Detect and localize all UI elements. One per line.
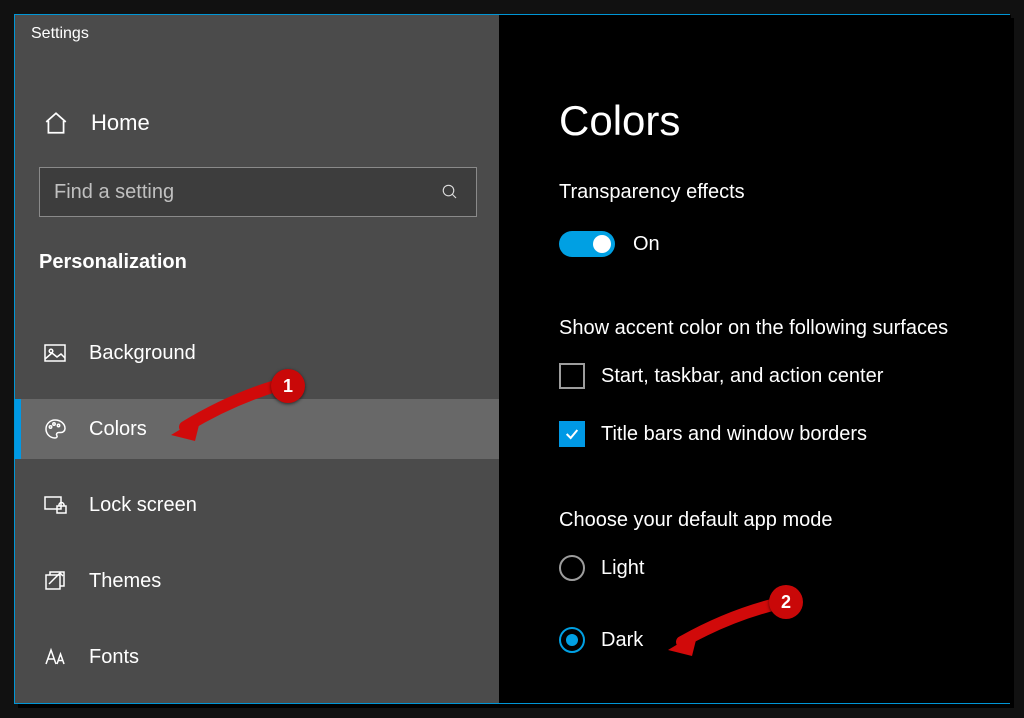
transparency-state: On: [633, 233, 660, 256]
palette-icon: [43, 417, 67, 441]
transparency-toggle[interactable]: [559, 231, 615, 257]
sidebar: Settings Home Personalization: [15, 15, 499, 703]
lock-screen-icon: [43, 493, 67, 517]
fonts-icon: [43, 645, 67, 669]
radio-light[interactable]: Light: [559, 555, 644, 581]
search-button[interactable]: [424, 183, 476, 201]
nav-home[interactable]: Home: [15, 95, 499, 151]
home-icon: [43, 110, 69, 136]
nav-item-label: Background: [89, 342, 196, 365]
category-heading: Personalization: [39, 251, 187, 274]
page-heading: Colors: [559, 97, 680, 145]
checkbox-label: Title bars and window borders: [601, 423, 867, 446]
nav-item-label: Colors: [89, 418, 147, 441]
nav-item-label: Themes: [89, 570, 161, 593]
transparency-toggle-row: On: [559, 231, 660, 257]
search-icon: [441, 183, 459, 201]
annotation-badge-1: 1: [271, 369, 305, 403]
checkbox-label: Start, taskbar, and action center: [601, 365, 883, 388]
nav-item-fonts[interactable]: Fonts: [15, 627, 499, 687]
checkmark-icon: [564, 426, 580, 442]
radio-circle: [559, 627, 585, 653]
accent-surfaces-heading: Show accent color on the following surfa…: [559, 317, 948, 340]
nav-item-colors[interactable]: Colors: [15, 399, 499, 459]
app-mode-heading: Choose your default app mode: [559, 509, 833, 532]
checkbox-title-bars[interactable]: Title bars and window borders: [559, 421, 867, 447]
nav-item-lock-screen[interactable]: Lock screen: [15, 475, 499, 535]
checkbox-start-taskbar[interactable]: Start, taskbar, and action center: [559, 363, 883, 389]
radio-label: Dark: [601, 629, 643, 652]
toggle-knob: [593, 235, 611, 253]
search-box[interactable]: [39, 167, 477, 217]
transparency-label: Transparency effects: [559, 181, 745, 204]
picture-icon: [43, 341, 67, 365]
settings-window: Settings Home Personalization: [14, 14, 1010, 704]
nav-item-themes[interactable]: Themes: [15, 551, 499, 611]
app-title: Settings: [31, 25, 89, 43]
search-input[interactable]: [40, 181, 424, 204]
main-panel: Colors Transparency effects On Show acce…: [499, 15, 1011, 703]
radio-circle: [559, 555, 585, 581]
radio-label: Light: [601, 557, 644, 580]
nav-home-label: Home: [91, 110, 150, 136]
checkbox-box: [559, 421, 585, 447]
annotation-badge-2: 2: [769, 585, 803, 619]
radio-dark[interactable]: Dark: [559, 627, 643, 653]
themes-icon: [43, 569, 67, 593]
nav-item-label: Lock screen: [89, 494, 197, 517]
nav-item-background[interactable]: Background: [15, 323, 499, 383]
nav-item-label: Fonts: [89, 646, 139, 669]
checkbox-box: [559, 363, 585, 389]
